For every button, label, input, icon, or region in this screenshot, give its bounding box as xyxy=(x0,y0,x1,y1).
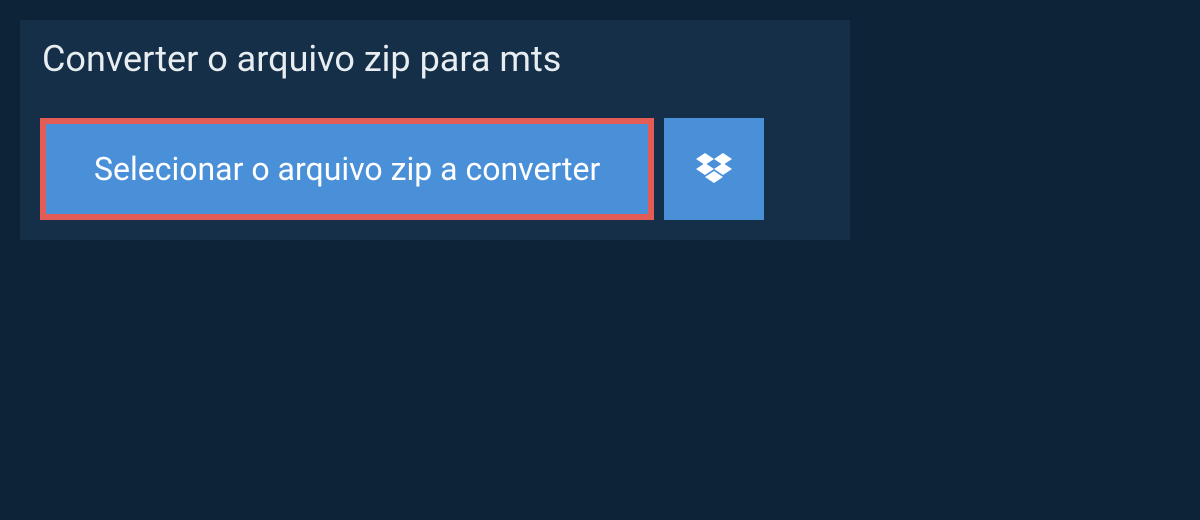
converter-panel: Converter o arquivo zip para mts Selecio… xyxy=(20,20,850,240)
select-file-button[interactable]: Selecionar o arquivo zip a converter xyxy=(46,124,648,214)
dropbox-icon xyxy=(696,153,732,185)
select-file-label: Selecionar o arquivo zip a converter xyxy=(94,150,600,188)
select-file-highlight: Selecionar o arquivo zip a converter xyxy=(40,118,654,220)
dropbox-button[interactable] xyxy=(664,118,764,220)
button-row: Selecionar o arquivo zip a converter xyxy=(20,98,850,240)
page-title: Converter o arquivo zip para mts xyxy=(42,38,561,80)
title-bar: Converter o arquivo zip para mts xyxy=(20,20,583,98)
